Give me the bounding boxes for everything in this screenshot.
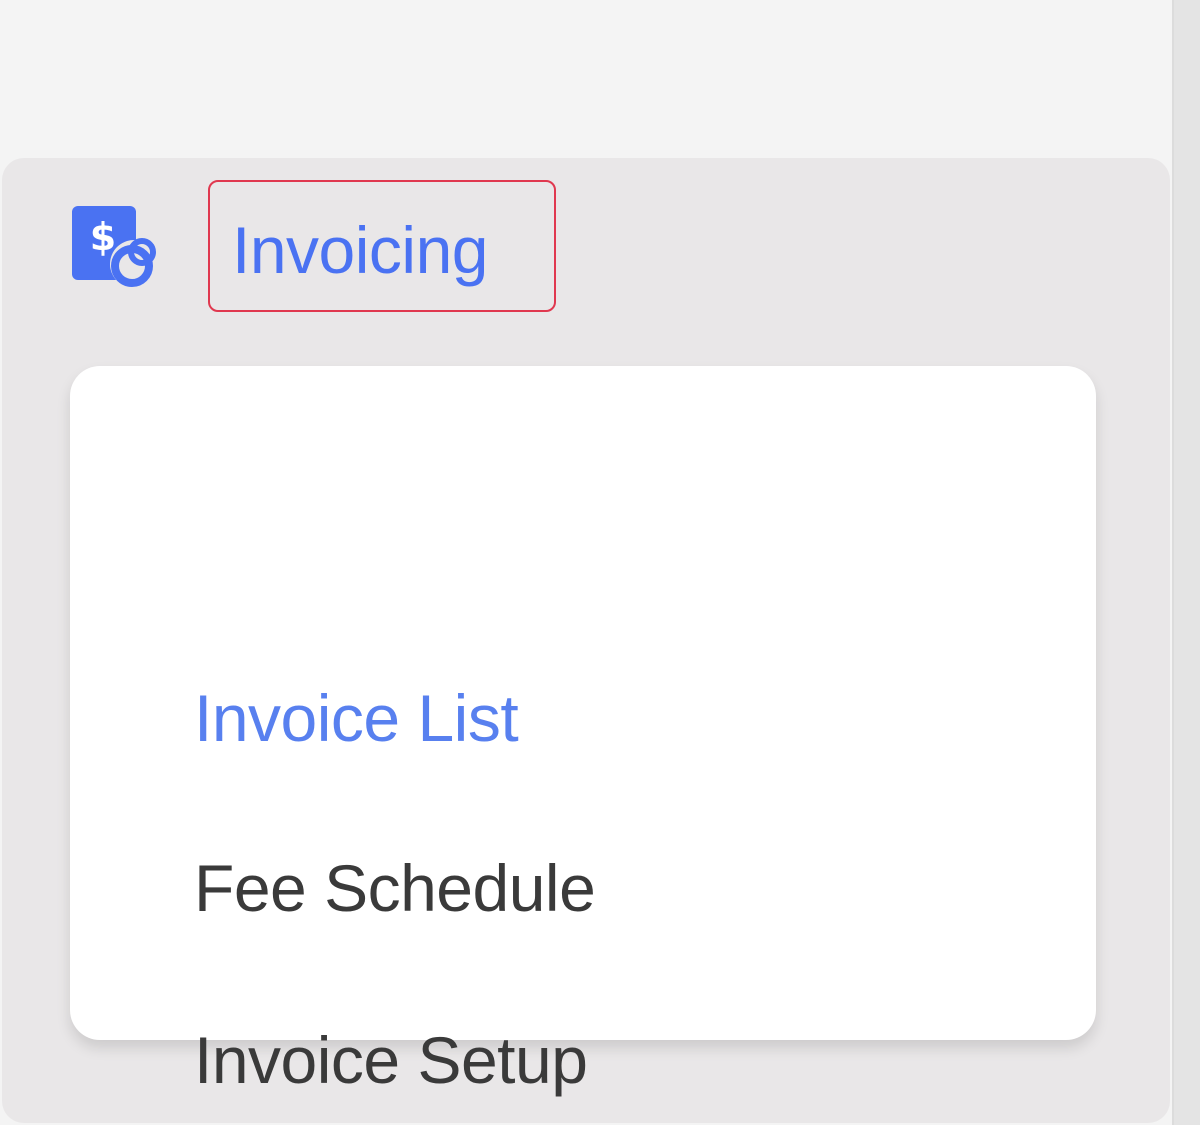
invoicing-submenu: Invoice List Fee Schedule Invoice Setup bbox=[70, 366, 1096, 1097]
invoicing-section-header[interactable]: $ Invoicing bbox=[2, 158, 1170, 358]
svg-text:$: $ bbox=[90, 215, 116, 259]
submenu-item-invoice-list[interactable]: Invoice List bbox=[194, 678, 519, 758]
section-title[interactable]: Invoicing bbox=[232, 210, 489, 290]
submenu-item-invoice-setup[interactable]: Invoice Setup bbox=[194, 1020, 588, 1100]
scrollbar-track[interactable] bbox=[1172, 0, 1200, 1125]
invoicing-nav-section: $ Invoicing Invoice List Fee Schedule In… bbox=[2, 158, 1170, 1123]
submenu-item-fee-schedule[interactable]: Fee Schedule bbox=[194, 848, 596, 928]
invoice-dollar-icon: $ bbox=[70, 202, 160, 294]
